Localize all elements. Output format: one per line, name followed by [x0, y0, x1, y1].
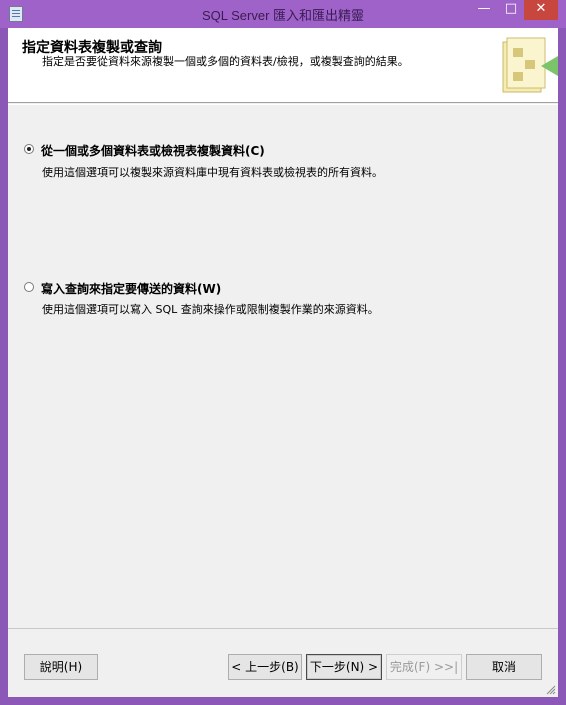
maximize-button[interactable]: □: [498, 0, 524, 20]
wizard-page: 指定資料表複製或查詢 指定是否要從資料來源複製一個或多個的資料表/檢視，或複製查…: [8, 28, 558, 697]
wizard-illustration-icon: [502, 37, 558, 93]
option-copy-tables-description: 使用這個選項可以複製來源資料庫中現有資料表或檢視表的所有資料。: [42, 166, 383, 179]
option-write-query-description: 使用這個選項可以寫入 SQL 查詢來操作或限制複製作業的來源資料。: [42, 303, 379, 316]
header-divider: [8, 104, 558, 105]
title-bar[interactable]: SQL Server 匯入和匯出精靈 — □ ✕: [0, 0, 566, 28]
close-button[interactable]: ✕: [524, 0, 558, 20]
back-button[interactable]: < 上一步(B): [228, 654, 302, 680]
resize-grip-icon[interactable]: [546, 685, 556, 695]
footer-divider: [8, 628, 558, 629]
page-header: 指定資料表複製或查詢 指定是否要從資料來源複製一個或多個的資料表/檢視，或複製查…: [8, 28, 558, 103]
radio-copy-tables[interactable]: [24, 144, 34, 154]
cancel-button[interactable]: 取消: [466, 654, 542, 680]
help-button[interactable]: 說明(H): [24, 654, 98, 680]
finish-button: 完成(F) >>|: [386, 654, 462, 680]
option-copy-tables-label[interactable]: 從一個或多個資料表或檢視表複製資料(C): [41, 142, 265, 159]
page-subtitle: 指定是否要從資料來源複製一個或多個的資料表/檢視，或複製查詢的結果。: [42, 55, 409, 68]
radio-write-query[interactable]: [24, 282, 34, 292]
next-button[interactable]: 下一步(N) >: [306, 654, 382, 680]
minimize-button[interactable]: —: [470, 0, 498, 20]
wizard-window: SQL Server 匯入和匯出精靈 — □ ✕ 指定資料表複製或查詢 指定是否…: [0, 0, 566, 705]
option-write-query-label[interactable]: 寫入查詢來指定要傳送的資料(W): [41, 280, 221, 297]
